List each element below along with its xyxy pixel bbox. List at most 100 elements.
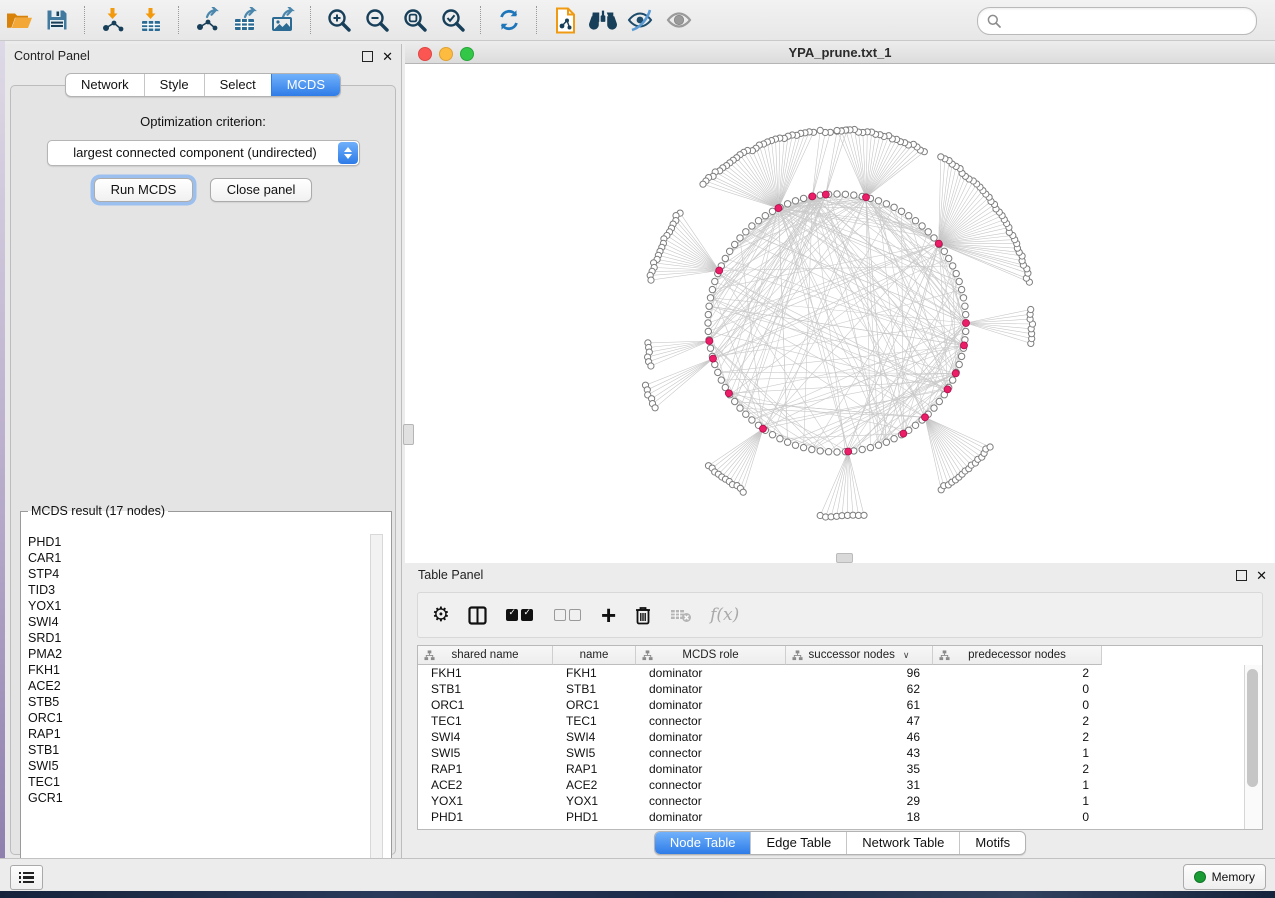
table-cell[interactable]: SWI4	[553, 729, 636, 745]
close-panel-button[interactable]: Close panel	[210, 178, 313, 202]
mcds-result-scrollbar[interactable]	[370, 534, 383, 861]
table-cell[interactable]: RAP1	[418, 761, 553, 777]
import-table-button[interactable]	[136, 5, 166, 35]
zoom-out-button[interactable]	[362, 5, 392, 35]
table-cell[interactable]: FKH1	[553, 665, 636, 681]
table-cell[interactable]: dominator	[636, 681, 786, 697]
close-table-panel-icon[interactable]: ✕	[1256, 569, 1267, 582]
table-row[interactable]: SWI4SWI4dominator462	[418, 729, 1245, 745]
table-cell[interactable]: 0	[933, 697, 1102, 713]
table-cell[interactable]: dominator	[636, 665, 786, 681]
delete-table-button[interactable]	[670, 607, 692, 623]
table-cell[interactable]: 35	[786, 761, 933, 777]
table-cell[interactable]: 43	[786, 745, 933, 761]
table-cell[interactable]: RAP1	[553, 761, 636, 777]
show-all-button[interactable]	[664, 5, 694, 35]
mcds-result-item[interactable]: SRD1	[28, 630, 371, 646]
table-row[interactable]: YOX1YOX1connector291	[418, 793, 1245, 809]
table-row[interactable]: ORC1ORC1dominator610	[418, 697, 1245, 713]
export-image-button[interactable]	[268, 5, 298, 35]
zoom-fit-button[interactable]	[400, 5, 430, 35]
table-cell[interactable]: ORC1	[553, 697, 636, 713]
table-cell[interactable]: 1	[933, 793, 1102, 809]
table-cell[interactable]: 1	[933, 777, 1102, 793]
optimization-criterion-dropdown[interactable]: largest connected component (undirected)	[47, 140, 360, 166]
tab-style[interactable]: Style	[144, 74, 204, 96]
tab-network-table[interactable]: Network Table	[846, 832, 959, 854]
mcds-result-item[interactable]: STB5	[28, 694, 371, 710]
table-cell[interactable]: SWI5	[418, 745, 553, 761]
zoom-selected-button[interactable]	[438, 5, 468, 35]
deselect-all-columns-button[interactable]	[553, 609, 583, 621]
mcds-result-item[interactable]: TEC1	[28, 774, 371, 790]
table-cell[interactable]: 31	[786, 777, 933, 793]
table-cell[interactable]: 2	[933, 713, 1102, 729]
zoom-in-button[interactable]	[324, 5, 354, 35]
select-all-columns-button[interactable]	[505, 609, 535, 621]
table-row[interactable]: FKH1FKH1dominator962	[418, 665, 1245, 681]
apply-preferred-layout-button[interactable]	[494, 5, 524, 35]
tab-mcds[interactable]: MCDS	[271, 74, 340, 96]
table-cell[interactable]: 0	[933, 681, 1102, 697]
table-cell[interactable]: ACE2	[553, 777, 636, 793]
node-table-scrollbar[interactable]	[1244, 665, 1262, 829]
tab-network[interactable]: Network	[66, 74, 144, 96]
hide-selection-button[interactable]	[626, 5, 656, 35]
maximize-window-traffic-light[interactable]	[460, 47, 474, 61]
table-cell[interactable]: SWI4	[418, 729, 553, 745]
tab-select[interactable]: Select	[204, 74, 271, 96]
open-file-button[interactable]	[4, 5, 34, 35]
table-cell[interactable]: connector	[636, 777, 786, 793]
horizontal-split-divider-handle[interactable]	[836, 553, 853, 563]
import-network-button[interactable]	[98, 5, 128, 35]
table-cell[interactable]: YOX1	[418, 793, 553, 809]
mcds-result-item[interactable]: STP4	[28, 566, 371, 582]
node-table-scrollbar-thumb[interactable]	[1247, 669, 1258, 787]
column-header-successor-nodes[interactable]: successor nodes∨	[786, 646, 933, 665]
table-row[interactable]: RAP1RAP1dominator352	[418, 761, 1245, 777]
network-canvas[interactable]	[405, 64, 1275, 563]
close-window-traffic-light[interactable]	[418, 47, 432, 61]
table-cell[interactable]: TEC1	[418, 713, 553, 729]
mcds-result-item[interactable]: STB1	[28, 742, 371, 758]
table-row[interactable]: STB1STB1dominator620	[418, 681, 1245, 697]
export-table-button[interactable]	[230, 5, 260, 35]
delete-column-button[interactable]	[634, 605, 652, 625]
table-cell[interactable]: TEC1	[553, 713, 636, 729]
toolbar-search-box[interactable]	[977, 7, 1257, 35]
table-cell[interactable]: STB1	[553, 681, 636, 697]
table-cell[interactable]: connector	[636, 713, 786, 729]
table-cell[interactable]: 47	[786, 713, 933, 729]
table-cell[interactable]: 1	[933, 745, 1102, 761]
mcds-result-item[interactable]: GCR1	[28, 790, 371, 806]
table-cell[interactable]: ACE2	[418, 777, 553, 793]
table-cell[interactable]: 2	[933, 665, 1102, 681]
table-cell[interactable]: 96	[786, 665, 933, 681]
mcds-result-item[interactable]: RAP1	[28, 726, 371, 742]
search-network-button[interactable]	[588, 5, 618, 35]
table-cell[interactable]: PHD1	[553, 809, 636, 825]
save-session-button[interactable]	[42, 5, 72, 35]
table-row[interactable]: PHD1PHD1dominator180	[418, 809, 1245, 825]
close-panel-icon[interactable]: ✕	[382, 50, 393, 63]
table-cell[interactable]: dominator	[636, 761, 786, 777]
function-builder-button[interactable]: f(x)	[710, 605, 739, 625]
add-column-button[interactable]: +	[601, 605, 616, 626]
table-cell[interactable]: 61	[786, 697, 933, 713]
export-network-button[interactable]	[192, 5, 222, 35]
column-header-MCDS-role[interactable]: MCDS role	[636, 646, 786, 665]
table-cell[interactable]: dominator	[636, 809, 786, 825]
new-network-from-selection-button[interactable]	[550, 5, 580, 35]
column-header-name[interactable]: name	[553, 646, 636, 665]
mcds-result-item[interactable]: PHD1	[28, 534, 371, 550]
table-cell[interactable]: 29	[786, 793, 933, 809]
search-input[interactable]	[1006, 13, 1248, 29]
tab-motifs[interactable]: Motifs	[959, 832, 1025, 854]
table-cell[interactable]: dominator	[636, 697, 786, 713]
tab-node-table[interactable]: Node Table	[655, 832, 751, 854]
table-cell[interactable]: connector	[636, 745, 786, 761]
table-cell[interactable]: ORC1	[418, 697, 553, 713]
table-cell[interactable]: 46	[786, 729, 933, 745]
table-cell[interactable]: SWI5	[553, 745, 636, 761]
table-cell[interactable]: 0	[933, 809, 1102, 825]
